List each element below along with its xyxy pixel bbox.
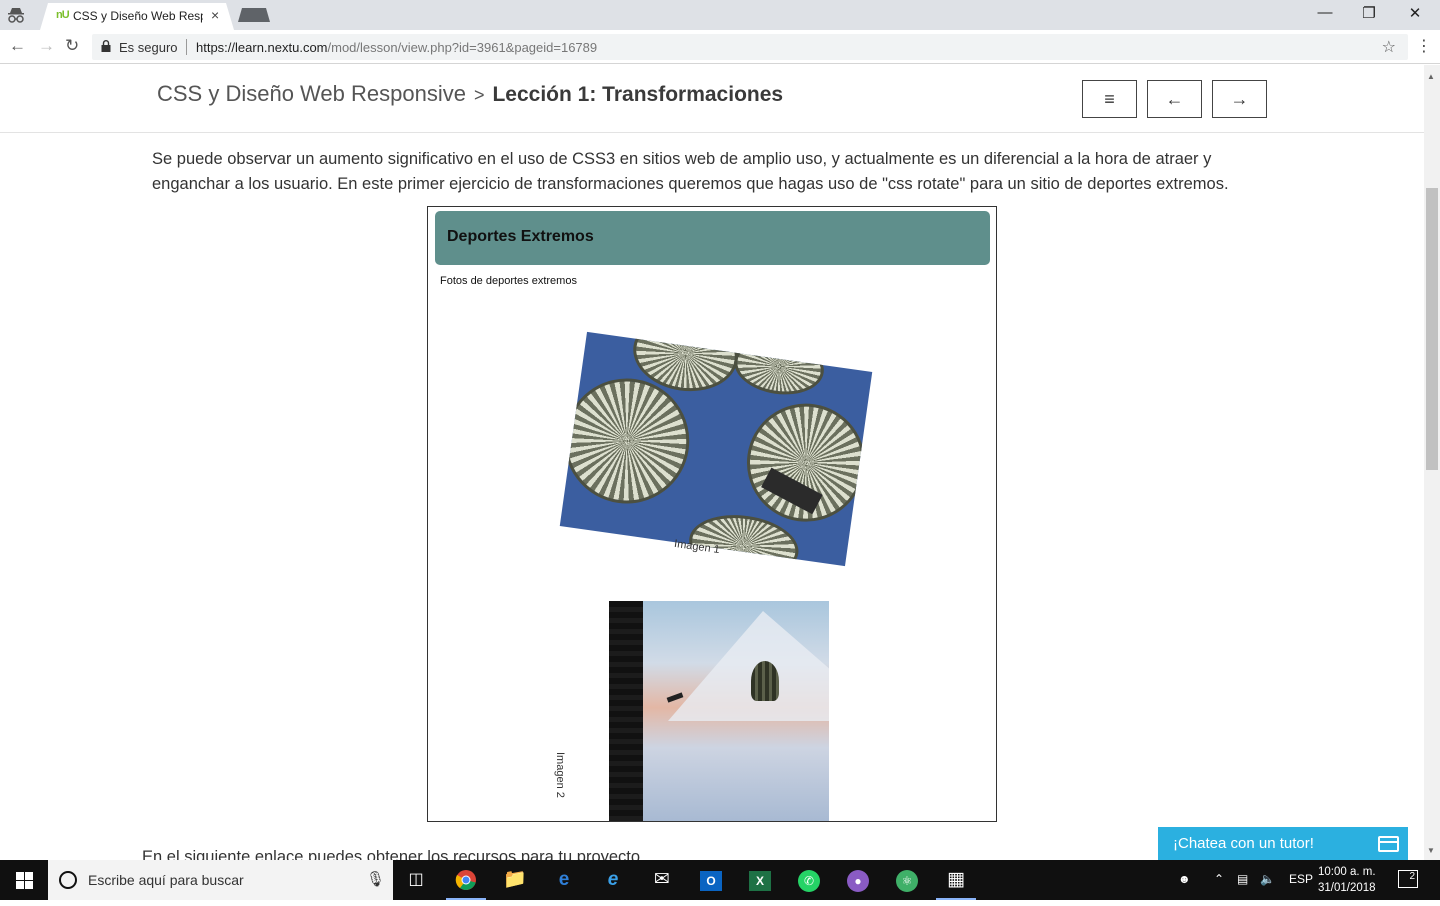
- tab-title: CSS y Diseño Web Respo: [73, 9, 203, 23]
- address-bar[interactable]: Es seguro https://learn.nextu.com/mod/le…: [92, 34, 1408, 60]
- breadcrumb-course[interactable]: CSS y Diseño Web Responsive: [157, 81, 466, 106]
- next-page-button[interactable]: →: [1212, 80, 1267, 118]
- parachute-canopy: [751, 661, 779, 701]
- minimize-window-icon[interactable]: —: [1302, 4, 1348, 21]
- omnibox-divider: [186, 39, 187, 55]
- demo-site-title: Deportes Extremos: [447, 228, 594, 245]
- microphone-icon[interactable]: 🎙: [366, 870, 385, 888]
- url-text[interactable]: https://learn.nextu.com/mod/lesson/view.…: [196, 40, 597, 55]
- url-host: https://learn.nextu.com: [196, 40, 328, 55]
- new-tab-button[interactable]: [238, 8, 270, 22]
- scroll-down-icon[interactable]: ▼: [1427, 846, 1435, 855]
- security-label: Es seguro: [119, 40, 178, 55]
- browser-menu-icon[interactable]: ⋮: [1416, 36, 1432, 56]
- image-2-caption: Imagen 2: [554, 752, 566, 798]
- internet-explorer-icon[interactable]: e: [589, 860, 637, 900]
- url-path: /mod/lesson/view.php?id=3961&pageid=1678…: [327, 40, 598, 55]
- reload-icon[interactable]: ↻: [65, 36, 79, 56]
- cortana-icon[interactable]: [59, 871, 77, 889]
- lesson-menu-button[interactable]: ≡: [1082, 80, 1137, 118]
- previous-page-button[interactable]: ←: [1147, 80, 1202, 118]
- tab-close-icon[interactable]: ×: [211, 7, 219, 23]
- demo-screenshot-frame: Deportes Extremos Fotos de deportes extr…: [427, 206, 997, 822]
- volume-icon[interactable]: 🔈: [1260, 872, 1275, 886]
- parachutes-image: [559, 331, 873, 567]
- taskbar-search-placeholder: Escribe aquí para buscar: [88, 872, 244, 888]
- lesson-intro-paragraph: Se puede observar un aumento significati…: [152, 150, 1229, 193]
- tree-line: [609, 601, 643, 821]
- outlook-icon[interactable]: O: [687, 860, 735, 900]
- skydiver-photo: [609, 601, 829, 821]
- calculator-icon[interactable]: ▦: [932, 860, 980, 900]
- scroll-up-icon[interactable]: ▲: [1427, 72, 1435, 81]
- taskbar-search-box[interactable]: Escribe aquí para buscar 🎙: [48, 860, 393, 900]
- tab-strip: nU CSS y Diseño Web Respo × — ❐ ✕: [0, 0, 1440, 30]
- clock-time: 10:00 a. m.: [1318, 866, 1376, 878]
- incognito-icon: [8, 8, 24, 23]
- parachute-canopy: [730, 332, 828, 400]
- chrome-taskbar-icon[interactable]: [442, 860, 490, 900]
- demo-site-header: Deportes Extremos: [435, 211, 990, 265]
- bookmark-star-icon[interactable]: ☆: [1382, 37, 1396, 57]
- browser-tab-active[interactable]: nU CSS y Diseño Web Respo ×: [40, 3, 234, 30]
- show-hidden-icons-chevron-icon[interactable]: ⌃: [1214, 872, 1224, 886]
- scrollbar-thumb[interactable]: [1426, 188, 1438, 470]
- whatsapp-icon[interactable]: ✆: [785, 860, 833, 900]
- parachute-canopy: [559, 370, 698, 512]
- breadcrumb-lesson: Lección 1: Transformaciones: [492, 83, 784, 106]
- notification-count: 2: [1409, 871, 1415, 882]
- arrow-right-icon: →: [1230, 89, 1249, 109]
- excel-icon[interactable]: X: [736, 860, 784, 900]
- system-clock[interactable]: 10:00 a. m. 31/01/2018: [1318, 864, 1376, 896]
- action-center-icon[interactable]: 2: [1398, 870, 1418, 888]
- edge-browser-icon[interactable]: e: [540, 860, 588, 900]
- skydiver-figure: [666, 692, 684, 703]
- file-explorer-icon[interactable]: 📁: [491, 860, 539, 900]
- network-icon[interactable]: ▤: [1237, 872, 1248, 886]
- input-language[interactable]: ESP: [1289, 872, 1313, 886]
- back-icon[interactable]: ←: [9, 36, 26, 56]
- lock-icon: [101, 40, 111, 52]
- arrow-left-icon: ←: [1165, 89, 1184, 109]
- chat-with-tutor-button[interactable]: ¡Chatea con un tutor!: [1158, 827, 1408, 860]
- browser-toolbar: ← → ↻ Es seguro https://learn.nextu.com/…: [0, 30, 1440, 64]
- mail-icon[interactable]: ✉: [638, 860, 686, 900]
- close-window-icon[interactable]: ✕: [1392, 4, 1438, 22]
- mountain-shape: [668, 611, 829, 721]
- lesson-header: CSS y Diseño Web Responsive > Lección 1: T…: [0, 65, 1424, 133]
- chrome-logo-icon: [455, 870, 476, 890]
- breadcrumb: CSS y Diseño Web Responsive > Lección 1: T…: [157, 81, 783, 107]
- forward-icon[interactable]: →: [38, 36, 55, 56]
- rotated-parachutes-photo: [559, 331, 873, 567]
- windows-start-icon[interactable]: [16, 872, 33, 889]
- clock-date: 31/01/2018: [1318, 882, 1376, 894]
- chat-window-icon: [1378, 836, 1399, 852]
- restore-window-icon[interactable]: ❐: [1346, 4, 1392, 22]
- windows-taskbar: Escribe aquí para buscar 🎙 ◫ 📁 e e ✉ O X…: [0, 860, 1440, 900]
- breadcrumb-separator: >: [473, 85, 485, 105]
- task-view-icon[interactable]: ◫: [392, 860, 440, 900]
- hamburger-icon: ≡: [1104, 89, 1115, 109]
- atom-app-icon[interactable]: ⚛: [883, 860, 931, 900]
- messenger-app-icon[interactable]: ●: [834, 860, 882, 900]
- people-icon[interactable]: ☻: [1178, 872, 1191, 886]
- chat-label: ¡Chatea con un tutor!: [1173, 835, 1314, 852]
- nextu-favicon-icon: nU: [56, 9, 70, 21]
- demo-site-subtitle: Fotos de deportes extremos: [440, 275, 577, 287]
